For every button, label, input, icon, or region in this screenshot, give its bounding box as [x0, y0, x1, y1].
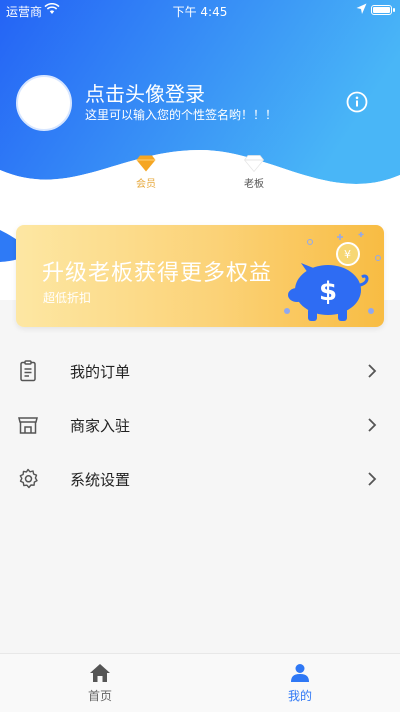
login-prompt[interactable]: 点击头像登录	[85, 78, 205, 107]
menu-item-label: 我的订单	[70, 363, 131, 381]
badge-member-label: 会员	[136, 179, 156, 190]
menu-item-label: 系统设置	[70, 471, 131, 489]
tab-home[interactable]: 首页	[0, 654, 200, 712]
tab-mine-label: 我的	[287, 689, 312, 703]
gear-icon	[19, 468, 38, 489]
menu-item-settings[interactable]: 系统设置	[0, 452, 400, 506]
diamond-icon	[244, 155, 264, 172]
tab-home-label: 首页	[87, 689, 112, 703]
store-icon	[18, 417, 38, 434]
chevron-right-icon	[368, 364, 377, 378]
home-icon	[90, 664, 110, 682]
piggy-bank-icon: ¥ $	[284, 232, 381, 321]
avatar[interactable]	[16, 75, 72, 131]
status-time: 下午 4:45	[172, 5, 228, 19]
chevron-right-icon	[368, 418, 377, 432]
location-arrow-icon	[356, 3, 367, 14]
menu-item-orders[interactable]: 我的订单	[0, 344, 400, 398]
badge-member[interactable]: 会员	[116, 155, 176, 190]
battery-icon	[371, 5, 395, 15]
badge-boss[interactable]: 老板	[224, 155, 284, 190]
tab-mine[interactable]: 我的	[200, 654, 400, 712]
status-bar: 运营商 下午 4:45	[0, 0, 400, 22]
tab-bar: 首页 我的	[0, 653, 400, 712]
svg-text:$: $	[319, 277, 337, 307]
badge-boss-label: 老板	[244, 179, 264, 190]
upgrade-banner[interactable]: 升级老板获得更多权益 超低折扣 ¥ $	[16, 225, 384, 327]
signature-hint: 这里可以输入您的个性签名哟！！！	[85, 108, 278, 122]
chevron-right-icon	[368, 472, 377, 486]
clipboard-icon	[20, 360, 36, 382]
banner-title: 升级老板获得更多权益	[42, 261, 273, 286]
menu-item-merchant[interactable]: 商家入驻	[0, 398, 400, 452]
svg-text:¥: ¥	[344, 248, 351, 261]
menu-list: 我的订单 商家入驻 系统设置	[0, 344, 400, 506]
diamond-icon	[136, 155, 156, 172]
banner-subtitle: 超低折扣	[43, 291, 92, 305]
info-icon[interactable]	[346, 91, 368, 113]
user-icon	[291, 664, 309, 682]
menu-item-label: 商家入驻	[70, 417, 131, 435]
